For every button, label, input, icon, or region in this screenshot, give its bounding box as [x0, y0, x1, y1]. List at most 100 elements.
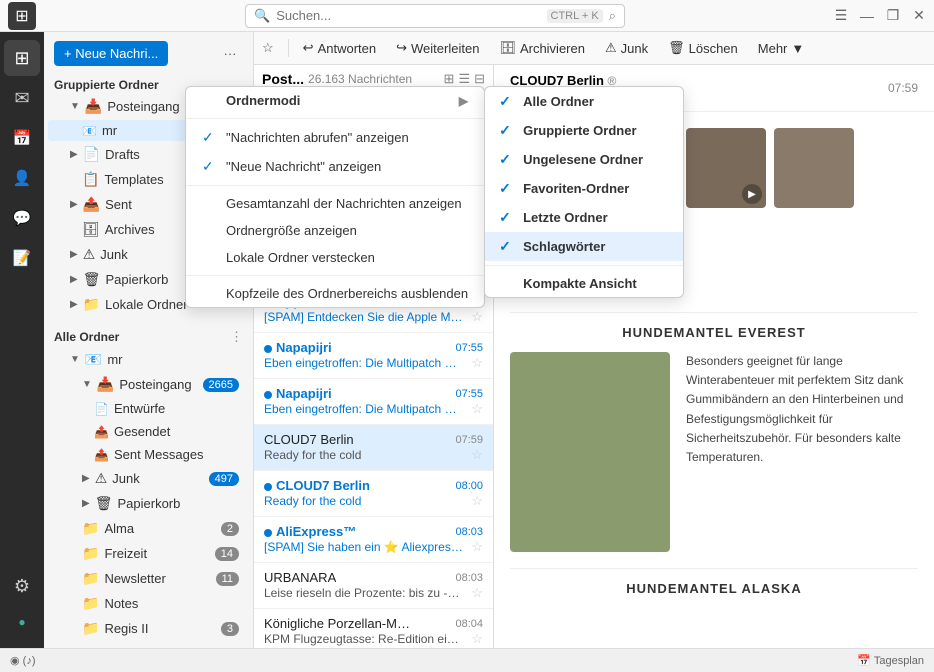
folder-label: Posteingang — [119, 377, 191, 392]
dropdown-item-kopfzeile[interactable]: Kopfzeile des Ordnerbereichs ausblenden — [186, 280, 484, 307]
product-section-title: HUNDEMANTEL EVEREST — [510, 325, 918, 340]
sent-icon: 📤 — [83, 196, 100, 213]
folder-newsletter[interactable]: 📁 Newsletter 11 — [48, 567, 249, 590]
sort-button[interactable]: ⊟ — [474, 71, 485, 87]
dropdown-item-lokale-verstecken[interactable]: Lokale Ordner verstecken — [186, 244, 484, 271]
email-time: 07:55 — [455, 342, 483, 354]
list-item[interactable]: Napapijri 07:55 Eben eingetroffen: Die M… — [254, 333, 493, 379]
junk-button[interactable]: ⚠ Junk — [597, 36, 656, 60]
folder-notes[interactable]: 📁 Notes — [48, 592, 249, 615]
list-item[interactable]: AliExpress™ 08:03 [SPAM] Sie haben ein ⭐… — [254, 517, 493, 563]
filter-button[interactable]: ☰ — [458, 71, 470, 87]
folder-label: Papierkorb — [117, 496, 180, 511]
chevron-right-icon: ▶ — [70, 299, 78, 310]
folder-papierkorb-all[interactable]: ▶ 🗑 Papierkorb — [48, 492, 249, 515]
reply-button[interactable]: ↩ Antworten — [295, 36, 384, 60]
more-button[interactable]: Mehr ▼ — [750, 37, 813, 60]
drafts-icon: 📄 — [83, 146, 100, 163]
email-subject: [SPAM] Entdecken Sie die Apple Myste... — [264, 310, 464, 324]
email-sender: Napapijri — [264, 340, 332, 355]
folder-icon: 📧 — [82, 124, 97, 138]
email-time: 08:03 — [455, 572, 483, 584]
maximize-button[interactable]: ❐ — [886, 9, 900, 23]
check-icon: ✓ — [499, 209, 515, 226]
submenu-item-favoriten[interactable]: ✓ Favoriten-Ordner — [485, 174, 683, 203]
folder-junk-all[interactable]: ▶ ⚠ Junk 497 — [48, 467, 249, 490]
sent-icon: 📤 — [94, 448, 109, 462]
star-icon: ☆ — [471, 631, 483, 647]
drafts-icon: 📄 — [94, 402, 109, 416]
star-icon: ☆ — [471, 493, 483, 509]
chevron-right-icon: ▶ — [459, 94, 468, 108]
sidebar-icon-settings[interactable]: ⚙ — [4, 568, 40, 604]
divider — [485, 265, 683, 266]
dropdown-item-label: "Neue Nachricht" anzeigen — [226, 159, 381, 174]
sidebar-icon-calendar[interactable]: 📅 — [4, 120, 40, 156]
sidebar-icon-notes[interactable]: 📝 — [4, 240, 40, 276]
badge: 11 — [216, 572, 239, 586]
list-item[interactable]: CLOUD7 Berlin 08:00 Ready for the cold ☆ — [254, 471, 493, 517]
title-bar-right: ☰ — ❐ ✕ — [834, 9, 926, 23]
dropdown-item-label: Kopfzeile des Ordnerbereichs ausblenden — [226, 286, 468, 301]
submenu-item-ungelesene[interactable]: ✓ Ungelesene Ordner — [485, 145, 683, 174]
panel-count: 26.163 Nachrichten — [308, 72, 412, 86]
folder-label: Drafts — [105, 147, 140, 162]
folder-entw[interactable]: 📄 Entwürfe — [48, 398, 249, 419]
submenu-item-schlagworter[interactable]: ✓ Schlagwörter — [485, 232, 683, 261]
list-item[interactable]: URBANARA 08:03 Leise rieseln die Prozent… — [254, 563, 493, 609]
submenu-item-gruppierte[interactable]: ✓ Gruppierte Ordner — [485, 116, 683, 145]
folder-sent-messages[interactable]: 📤 Sent Messages — [48, 444, 249, 465]
dropdown-item-gesamtanzahl[interactable]: Gesamtanzahl der Nachrichten anzeigen — [186, 190, 484, 217]
delete-button[interactable]: 🗑 Löschen — [660, 36, 746, 60]
email-time: 07:55 — [455, 388, 483, 400]
dropdown-item-neue-nachricht[interactable]: ✓ "Neue Nachricht" anzeigen — [186, 152, 484, 181]
alle-ordner-header: Alle Ordner ⋮ — [44, 325, 253, 347]
folder-gesendet[interactable]: 📤 Gesendet — [48, 421, 249, 442]
sidebar-icon-contacts[interactable]: 👤 — [4, 160, 40, 196]
minimize-button[interactable]: — — [860, 9, 874, 23]
chevron-right-icon: ▶ — [70, 199, 78, 210]
app-logo[interactable]: ⊞ — [8, 2, 36, 30]
folder-posteingang-all[interactable]: ▼ 📥 Posteingang 2665 — [48, 373, 249, 396]
sidebar-icon-chat[interactable]: 💬 — [4, 200, 40, 236]
list-item[interactable]: CLOUD7 Berlin 07:59 Ready for the cold ☆ — [254, 425, 493, 471]
archive-button[interactable]: 🗄 Archivieren — [491, 36, 593, 60]
dropdown-item-ordnergroesse[interactable]: Ordnergröße anzeigen — [186, 217, 484, 244]
folder-icon: 📁 — [82, 620, 99, 637]
folder-regis[interactable]: 📁 Regis II 3 — [48, 617, 249, 640]
sidebar-icon-grid[interactable]: ⊞ — [4, 40, 40, 76]
email-subject: Ready for the cold — [264, 494, 361, 508]
list-item[interactable]: Königliche Porzellan-Manufaktur Berlin 0… — [254, 609, 493, 648]
dropdown-item-nachrichten[interactable]: ✓ "Nachrichten abrufen" anzeigen — [186, 123, 484, 152]
search-shortcut: CTRL + K — [547, 9, 603, 23]
sidebar-icon-mail[interactable]: ✉ — [4, 80, 40, 116]
submenu-item-kompakt[interactable]: Kompakte Ansicht — [485, 270, 683, 297]
search-input[interactable] — [276, 8, 540, 23]
email-time: 08:04 — [455, 618, 483, 630]
submenu-item-letzte[interactable]: ✓ Letzte Ordner — [485, 203, 683, 232]
folder-freizeit[interactable]: 📁 Freizeit 14 — [48, 542, 249, 565]
forward-button[interactable]: ↪ Weiterleiten — [388, 36, 487, 60]
email-time: 08:03 — [455, 526, 483, 538]
product-description: Besonders geeignet für lange Winterabent… — [686, 352, 918, 552]
new-message-button[interactable]: + Neue Nachri... — [54, 41, 168, 66]
alle-ordner-menu[interactable]: ⋮ — [230, 329, 243, 345]
status-right[interactable]: 📅 Tagesplan — [857, 654, 924, 667]
toolbar-separator — [288, 39, 289, 57]
menu-button[interactable]: ☰ — [834, 9, 848, 23]
unread-dot — [264, 483, 272, 491]
close-button[interactable]: ✕ — [912, 9, 926, 23]
search-container: 🔍 CTRL + K ⌕ — [36, 4, 834, 28]
ordnermodi-item[interactable]: Ordnermodi ▶ ✓ Alle Ordner ✓ Gruppierte … — [186, 87, 484, 114]
submenu-item-alle[interactable]: ✓ Alle Ordner — [485, 87, 683, 116]
star-icon: ☆ — [471, 447, 483, 463]
view-toggle-button[interactable]: ⊞ — [444, 71, 455, 87]
star-icon[interactable]: ☆ — [262, 40, 274, 56]
folder-label: mr — [102, 123, 117, 138]
folder-alma[interactable]: 📁 Alma 2 — [48, 517, 249, 540]
list-item[interactable]: Napapijri 07:55 Eben eingetroffen: Die M… — [254, 379, 493, 425]
sidebar-icon-status[interactable]: ● — [4, 604, 40, 640]
more-options-button[interactable]: ··· — [217, 40, 243, 66]
dropdown-item-label: Ordnergröße anzeigen — [226, 223, 357, 238]
folder-mr-root[interactable]: ▼ 📧 mr — [48, 348, 249, 371]
